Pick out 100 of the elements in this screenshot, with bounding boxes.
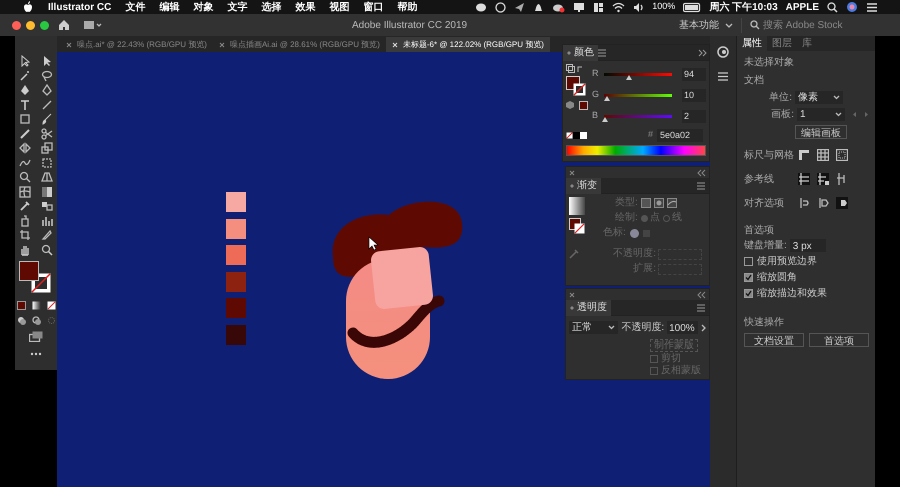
edit-artboards-button[interactable]: 编辑画板 <box>795 125 847 139</box>
checkbox[interactable] <box>650 366 658 374</box>
expand-icon[interactable] <box>698 48 707 56</box>
collapse-icon[interactable] <box>697 168 706 176</box>
slice-icon[interactable] <box>41 229 53 242</box>
panel-menu-icon[interactable] <box>697 182 705 190</box>
gradient-mode-icon[interactable] <box>32 301 40 310</box>
list-icon[interactable] <box>866 2 878 12</box>
curvature-pen-icon[interactable] <box>41 84 53 96</box>
radial-gradient-icon[interactable] <box>654 198 664 208</box>
ruler-icon[interactable] <box>798 149 810 161</box>
linear-gradient-icon[interactable] <box>640 198 651 208</box>
close-icon[interactable] <box>569 292 575 298</box>
color-stop-icon[interactable] <box>630 228 639 238</box>
draw-normal-icon[interactable] <box>16 316 26 325</box>
scissors-icon[interactable] <box>41 128 53 140</box>
collapse-icon[interactable] <box>697 290 706 298</box>
artboard-icon[interactable] <box>19 229 31 242</box>
slider-thumb[interactable] <box>604 96 610 100</box>
lasso-icon[interactable] <box>41 70 53 82</box>
type-icon[interactable] <box>19 98 31 111</box>
chat-bubble-icon[interactable] <box>475 2 488 12</box>
menu-item[interactable]: 文字 <box>227 0 248 14</box>
menu-item[interactable]: 效果 <box>295 0 316 14</box>
panel-menu-icon[interactable] <box>598 48 606 56</box>
menu-item[interactable]: 文件 <box>125 0 146 14</box>
grid-icon[interactable] <box>817 149 829 161</box>
rectangle-icon[interactable] <box>19 113 31 126</box>
symbol-sprayer-icon[interactable] <box>19 214 31 227</box>
blend-mode-dropdown[interactable]: 正常 <box>569 321 618 334</box>
mesh-icon[interactable] <box>19 186 31 198</box>
pencil-icon[interactable] <box>19 128 31 140</box>
unit-dropdown[interactable]: 像素 <box>795 91 843 104</box>
none-swatch[interactable] <box>566 132 573 138</box>
slider-thumb[interactable] <box>602 116 608 122</box>
home-icon[interactable] <box>58 19 70 31</box>
wifi-icon[interactable] <box>612 2 626 12</box>
close-icon[interactable] <box>569 170 575 176</box>
screen-mode-icon[interactable] <box>29 331 43 342</box>
grid-icon[interactable] <box>593 2 604 12</box>
radio-button[interactable] <box>662 214 670 222</box>
close-button[interactable] <box>12 20 21 30</box>
reflect-icon[interactable] <box>19 142 31 154</box>
fill-stroke-swatch[interactable] <box>566 76 586 96</box>
menu-item[interactable]: 对象 <box>193 0 214 14</box>
snap-grid-icon[interactable] <box>817 197 829 209</box>
chevron-right-icon[interactable] <box>701 324 706 332</box>
panel-tab[interactable]: 颜色 <box>563 44 598 60</box>
zoom-button[interactable] <box>40 20 49 30</box>
slider-thumb[interactable] <box>626 74 632 80</box>
layout-switcher-icon[interactable] <box>84 20 102 30</box>
panel-menu-icon[interactable] <box>697 304 705 312</box>
locked-guides-icon[interactable] <box>817 173 829 185</box>
arrow-icon[interactable] <box>41 55 53 68</box>
guides-icon[interactable] <box>798 173 810 185</box>
action-button[interactable]: 首选项 <box>809 333 869 347</box>
value-field[interactable]: 10 <box>682 88 706 102</box>
bell-icon[interactable] <box>533 2 544 12</box>
menu-item[interactable]: 选择 <box>261 0 282 14</box>
fill-swatch[interactable] <box>19 261 39 281</box>
blend-icon[interactable] <box>41 200 53 212</box>
document-tab[interactable]: 噪点.ai* @ 22.43% (RGB/GPU 预览) <box>60 37 213 52</box>
action-button[interactable]: 文档设置 <box>744 333 804 347</box>
opacity-field[interactable]: 100% <box>667 321 698 334</box>
radio-button[interactable] <box>640 214 648 222</box>
column-graph-icon[interactable] <box>41 214 53 227</box>
shape-builder-icon[interactable] <box>19 171 31 184</box>
gradient-icon[interactable] <box>41 186 53 198</box>
hand-icon[interactable] <box>19 244 31 256</box>
selection-arrow-icon[interactable] <box>19 55 31 68</box>
pen-icon[interactable] <box>19 84 31 96</box>
color-spectrum-bar[interactable] <box>566 145 706 156</box>
panel-tab[interactable]: 渐变 <box>566 178 601 194</box>
monitor-icon[interactable] <box>573 2 586 12</box>
perspective-grid-icon[interactable] <box>41 171 53 184</box>
checkbox[interactable] <box>650 354 658 362</box>
keyboard-increment-field[interactable]: 3 px <box>790 239 826 252</box>
draw-behind-icon[interactable] <box>32 316 40 325</box>
artboard-dropdown[interactable]: 1 <box>797 108 845 121</box>
checkbox[interactable] <box>744 289 753 298</box>
brush-icon[interactable] <box>41 113 53 126</box>
line-icon[interactable] <box>41 98 53 111</box>
globe-icon[interactable] <box>846 1 858 13</box>
value-field[interactable]: 2 <box>682 110 706 122</box>
gamut-swatch[interactable] <box>566 101 588 110</box>
more-tools-icon[interactable] <box>30 352 42 356</box>
workspace-dropdown[interactable]: 基本功能 <box>679 18 742 32</box>
snap-point-icon[interactable] <box>798 197 810 209</box>
search-icon[interactable] <box>827 2 838 12</box>
free-transform-icon[interactable] <box>41 156 53 169</box>
dotted-grid-icon[interactable] <box>836 149 848 161</box>
scale-icon[interactable] <box>41 142 53 154</box>
panel-tab[interactable]: 库 <box>797 36 817 51</box>
menu-lines-icon[interactable] <box>718 72 728 81</box>
menu-item[interactable]: 视图 <box>329 0 350 14</box>
menu-item[interactable]: 编辑 <box>159 0 180 14</box>
panel-tab[interactable]: 属性 <box>737 36 767 51</box>
speaker-icon[interactable] <box>633 2 644 12</box>
circle-icon[interactable] <box>495 2 506 12</box>
document-tab[interactable]: 未标题-6* @ 122.02% (RGB/GPU 预览) <box>386 37 550 52</box>
